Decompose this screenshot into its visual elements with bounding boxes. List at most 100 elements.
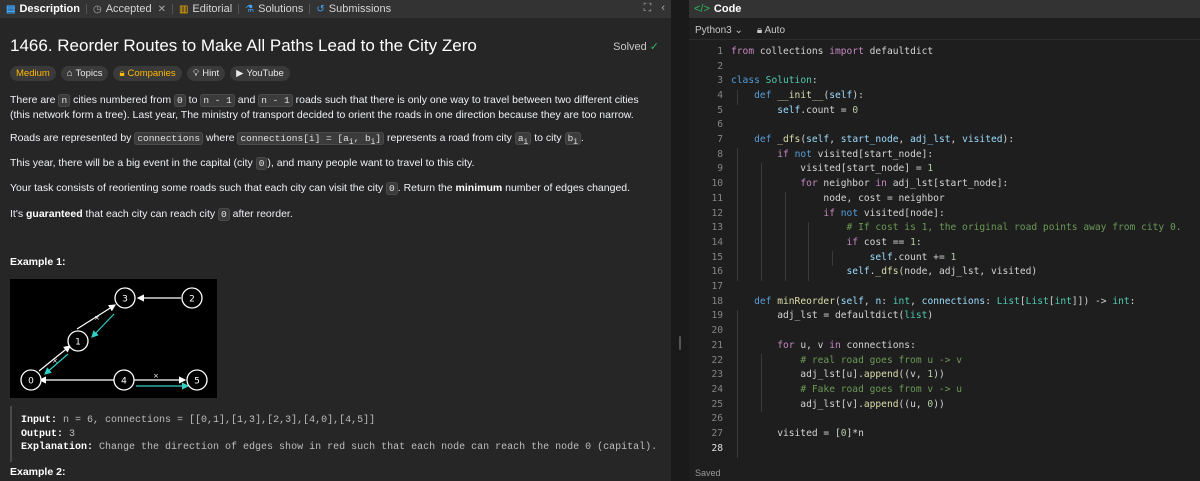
- tab-solutions-label: Solutions: [258, 3, 304, 15]
- code-line: 11 node, cost = neighbor: [689, 191, 1200, 206]
- code-line: 16 self._dfs(node, adj_lst, visited): [689, 265, 1200, 280]
- code-line: 10 for neighbor in adj_lst[start_node]:: [689, 176, 1200, 191]
- drag-handle[interactable]: [679, 336, 681, 350]
- example-2-heading: Example 2:: [10, 466, 66, 478]
- example-1-heading: Example 1:: [10, 256, 66, 268]
- explanation-value: Change the direction of edges show in re…: [99, 442, 658, 453]
- problem-title: 1466. Reorder Routes to Make All Paths L…: [10, 36, 477, 55]
- line-number: 9: [717, 163, 723, 175]
- node-label: 1: [75, 338, 81, 348]
- tab-accepted-label: Accepted: [105, 3, 152, 15]
- language-select[interactable]: Python3 ⌄: [695, 25, 743, 36]
- graph-node-5: 5: [186, 369, 208, 391]
- code-tab-label: Code: [713, 3, 742, 15]
- node-label: 2: [189, 295, 195, 305]
- code-line: 3 class Solution:: [689, 73, 1200, 88]
- node-label: 3: [122, 295, 128, 305]
- code-line: 26: [689, 412, 1200, 427]
- line-number: 16: [711, 266, 723, 278]
- code-line: 17: [689, 279, 1200, 294]
- tag-icon: ⌂: [66, 68, 73, 79]
- companies-tag[interactable]: 🔒︎ Companies: [113, 66, 182, 81]
- line-number: 14: [711, 236, 723, 248]
- language-label: Python3: [695, 25, 732, 36]
- flask-icon: ⚗: [245, 3, 255, 15]
- tab-submissions[interactable]: ↺ Submissions: [310, 0, 397, 18]
- line-number: 1: [717, 45, 723, 57]
- solved-label: Solved: [613, 40, 647, 53]
- line-number: 27: [711, 428, 723, 440]
- line-number: 22: [711, 354, 723, 366]
- line-number: 2: [717, 60, 723, 72]
- topics-tag[interactable]: ⌂ Topics: [60, 66, 109, 81]
- youtube-label: YouTube: [246, 68, 284, 79]
- output-value: 3: [69, 428, 76, 440]
- description-panel: ▤ Description ◷ Accepted ✕ ▥ Editorial ⚗ Solu…: [0, 0, 671, 481]
- panel-actions: ⛶ ‹: [644, 2, 665, 15]
- line-number: 21: [711, 339, 723, 351]
- collapse-icon[interactable]: ‹: [661, 2, 665, 15]
- line-number: 8: [717, 148, 723, 160]
- code-line: 14 if cost == 1:: [689, 235, 1200, 250]
- line-number: 15: [711, 251, 723, 263]
- history-icon: ↺: [316, 3, 325, 15]
- code-line: 27 visited = [0]*n: [689, 426, 1200, 441]
- auto-label: Auto: [764, 25, 786, 36]
- code-line: 25 adj_lst[v].append((u, 0)): [689, 397, 1200, 412]
- code-tab[interactable]: </> Code: [689, 0, 1200, 18]
- code-line: 8 if not visited[start_node]:: [689, 147, 1200, 162]
- tab-accepted[interactable]: ◷ Accepted ✕: [87, 0, 172, 18]
- auto-toggle[interactable]: 🔒︎ Auto: [757, 25, 785, 36]
- code-line: 4 def __init__(self):: [689, 88, 1200, 103]
- code-line-current: 28: [689, 441, 1200, 456]
- book-icon: ▥: [178, 3, 189, 15]
- code-line: 22 # real road goes from u -> v: [689, 353, 1200, 368]
- tab-description[interactable]: ▤ Description: [0, 0, 86, 18]
- tab-solutions[interactable]: ⚗ Solutions: [239, 0, 309, 18]
- description-paragraph-3: This year, there will be a big event in …: [10, 157, 475, 170]
- tab-editorial[interactable]: ▥ Editorial: [173, 0, 238, 18]
- topics-label: Topics: [75, 68, 103, 79]
- line-number: 18: [711, 295, 723, 307]
- code-line: 6: [689, 118, 1200, 133]
- code-editor[interactable]: 1 from collections import defaultdict 2 3…: [689, 44, 1200, 464]
- line-number: 19: [711, 310, 723, 322]
- close-icon[interactable]: ✕: [158, 4, 166, 15]
- line-number: 4: [717, 89, 723, 101]
- hint-tag[interactable]: 💡︎ Hint: [186, 66, 226, 81]
- code-line: 18 def minReorder(self, n: int, connecti…: [689, 294, 1200, 309]
- graph-node-4: 4: [113, 369, 135, 391]
- youtube-tag[interactable]: ▶ YouTube: [230, 66, 290, 81]
- line-number: 26: [711, 413, 723, 425]
- panel-divider[interactable]: [671, 0, 689, 481]
- maximize-icon[interactable]: ⛶: [644, 2, 652, 15]
- code-line: 2: [689, 59, 1200, 74]
- graph-node-2: 2: [181, 287, 203, 309]
- description-paragraph-2: Roads are represented by connections whe…: [10, 132, 584, 147]
- difficulty-badge: Medium: [10, 66, 56, 81]
- line-number: 17: [711, 281, 723, 293]
- description-paragraph-5: It's guaranteed that each city can reach…: [10, 208, 293, 221]
- line-number: 13: [711, 222, 723, 234]
- example-output-line: Output: 3: [21, 428, 661, 442]
- input-label: Input:: [21, 415, 58, 426]
- tab-submissions-label: Submissions: [328, 3, 392, 15]
- code-line: 5 self.count = 0: [689, 103, 1200, 118]
- code-line: 23 adj_lst[u].append((v, 1)): [689, 367, 1200, 382]
- code-line: 15 self.count += 1: [689, 250, 1200, 265]
- tag-row: Medium ⌂ Topics 🔒︎ Companies 💡︎ Hint ▶ YouTu…: [10, 66, 290, 81]
- explanation-label: Explanation:: [21, 442, 94, 453]
- example-graph-image: × × × 0 1 2 3 4 5: [10, 279, 217, 398]
- line-number: 24: [711, 383, 723, 395]
- document-icon: ▤: [6, 3, 16, 15]
- play-icon: ▶: [236, 68, 244, 79]
- lightbulb-icon: 💡︎: [192, 68, 200, 79]
- code-line: 1 from collections import defaultdict: [689, 44, 1200, 59]
- clock-icon: ◷: [92, 3, 102, 15]
- red-mark: ×: [94, 314, 100, 322]
- red-mark: ×: [153, 372, 159, 380]
- example-input-line: Input: n = 6, connections = [[0,1],[1,3]…: [21, 414, 661, 428]
- description-paragraph-4: Your task consists of reorienting some r…: [10, 182, 631, 195]
- line-number: 20: [711, 325, 723, 337]
- line-number: 23: [711, 369, 723, 381]
